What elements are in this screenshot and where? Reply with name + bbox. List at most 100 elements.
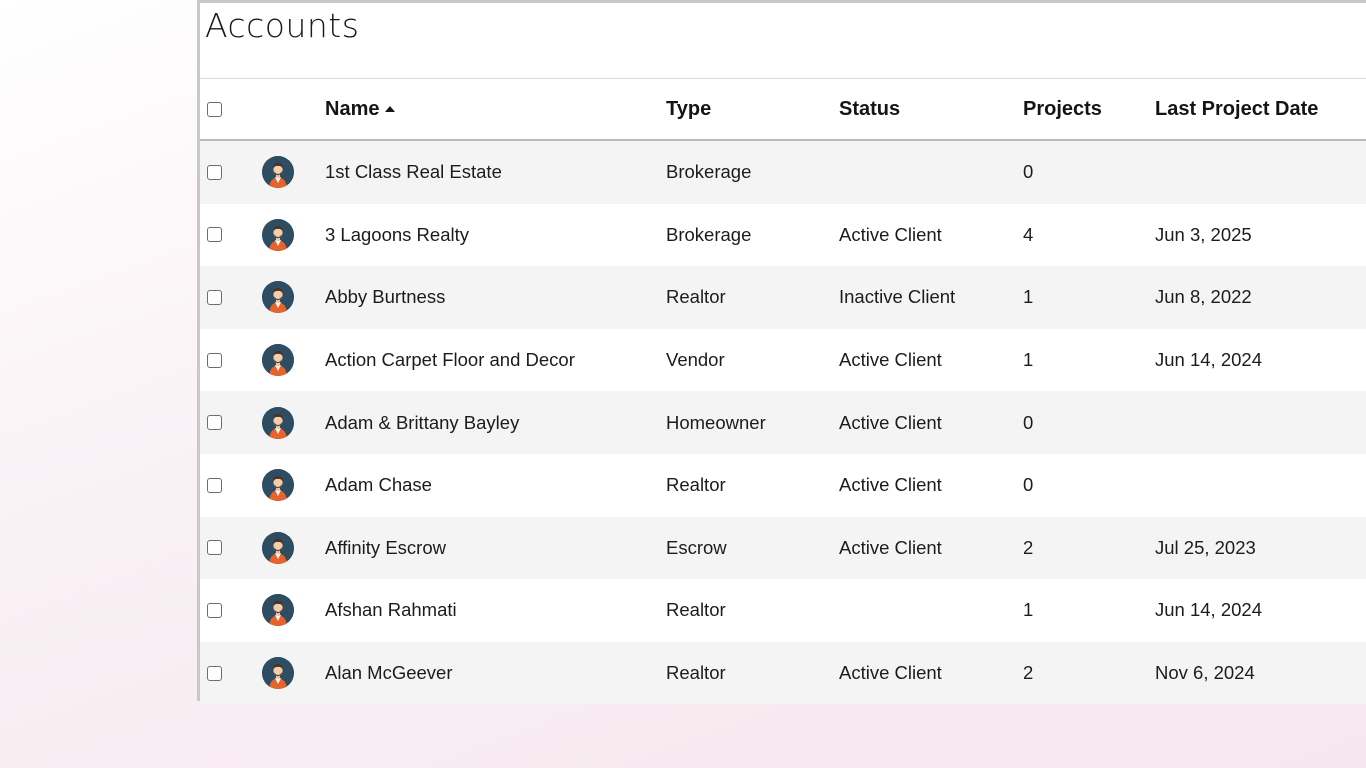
avatar-cell [262, 204, 294, 267]
column-header-type[interactable]: Type [666, 79, 711, 139]
person-avatar-icon [262, 156, 294, 189]
table-row[interactable]: Afshan Rahmati Realtor 1 Jun 14, 2024 [200, 579, 1366, 642]
table-row[interactable]: 3 Lagoons Realty Brokerage Active Client… [200, 204, 1366, 267]
account-name[interactable]: Afshan Rahmati [325, 579, 457, 642]
account-name[interactable]: Adam & Brittany Bayley [325, 391, 519, 454]
account-status: Active Client [839, 474, 942, 496]
account-type: Brokerage [666, 161, 752, 183]
account-status: Active Client [839, 662, 942, 684]
account-last-project-date: Jun 3, 2025 [1155, 223, 1252, 245]
column-header-name[interactable]: Name [325, 79, 396, 139]
column-header-status-label: Status [839, 97, 901, 120]
avatar-cell [262, 329, 294, 392]
person-avatar-icon [262, 531, 294, 564]
account-type: Realtor [666, 474, 726, 496]
account-type: Realtor [666, 286, 726, 308]
avatar-cell [262, 579, 294, 642]
row-select-cell [207, 454, 222, 517]
account-name[interactable]: 1st Class Real Estate [325, 141, 502, 204]
row-select-cell [207, 642, 222, 705]
account-name[interactable]: Affinity Escrow [325, 517, 446, 580]
account-projects-count: 0 [1023, 411, 1034, 433]
row-checkbox[interactable] [207, 352, 222, 368]
row-checkbox[interactable] [207, 540, 222, 556]
account-name[interactable]: 3 Lagoons Realty [325, 204, 469, 267]
row-checkbox[interactable] [207, 415, 222, 431]
accounts-panel: Accounts Name Type Status Projects Last … [197, 0, 1366, 705]
account-name[interactable]: Action Carpet Floor and Decor [325, 329, 575, 392]
column-header-type-label: Type [666, 97, 712, 120]
select-all-checkbox[interactable] [207, 101, 222, 117]
person-avatar-icon [262, 344, 294, 377]
account-name[interactable]: Alan McGeever [325, 642, 453, 705]
table-row[interactable]: Affinity Escrow Escrow Active Client 2 J… [200, 516, 1366, 580]
table-row[interactable]: 1st Class Real Estate Brokerage 0 [200, 141, 1366, 204]
person-avatar-icon [262, 657, 294, 690]
account-last-project-date: Jul 25, 2023 [1155, 536, 1256, 558]
account-last-project-date: Jun 14, 2024 [1155, 349, 1262, 371]
person-avatar-icon [262, 406, 294, 439]
avatar-cell [262, 266, 294, 329]
row-checkbox[interactable] [207, 602, 222, 618]
account-name[interactable]: Abby Burtness [325, 266, 445, 329]
table-row[interactable]: Adam Chase Realtor Active Client 0 [200, 454, 1366, 517]
column-header-last-project-date[interactable]: Last Project Date [1155, 79, 1318, 139]
account-type: Homeowner [666, 411, 766, 433]
account-type: Escrow [666, 536, 727, 558]
account-projects-count: 1 [1023, 599, 1034, 621]
table-row[interactable]: Action Carpet Floor and Decor Vendor Act… [200, 329, 1366, 392]
person-avatar-icon [262, 281, 294, 314]
account-projects-count: 4 [1023, 223, 1034, 245]
avatar-cell [262, 454, 294, 517]
person-avatar-icon [262, 218, 294, 251]
account-status: Active Client [839, 536, 942, 558]
row-checkbox[interactable] [207, 164, 222, 180]
account-projects-count: 0 [1023, 161, 1034, 183]
table-row[interactable]: Abby Burtness Realtor Inactive Client 1 … [200, 266, 1366, 329]
row-select-cell [207, 266, 222, 329]
account-type: Vendor [666, 349, 725, 371]
row-select-cell [207, 141, 222, 204]
avatar-cell [262, 642, 294, 705]
column-header-name-label: Name [325, 97, 380, 120]
avatar-cell [262, 141, 294, 204]
account-type: Realtor [666, 599, 726, 621]
row-select-cell [207, 517, 222, 580]
table-header: Name Type Status Projects Last Project D… [200, 79, 1366, 141]
account-name[interactable]: Adam Chase [325, 454, 432, 517]
table-row[interactable]: Alan McGeever Realtor Active Client 2 No… [200, 641, 1366, 705]
row-checkbox[interactable] [207, 477, 222, 493]
row-select-cell [207, 204, 222, 267]
row-checkbox[interactable] [207, 289, 222, 305]
account-projects-count: 2 [1023, 536, 1034, 558]
avatar-cell [262, 391, 294, 454]
column-header-projects[interactable]: Projects [1023, 79, 1102, 139]
column-header-last-project-date-label: Last Project Date [1155, 97, 1319, 120]
page-title: Accounts [200, 3, 1366, 79]
row-checkbox[interactable] [207, 665, 222, 681]
account-last-project-date: Jun 14, 2024 [1155, 599, 1262, 621]
account-status: Inactive Client [839, 286, 956, 308]
account-status: Active Client [839, 411, 942, 433]
select-all-cell [207, 79, 222, 139]
person-avatar-icon [262, 469, 294, 502]
row-checkbox[interactable] [207, 227, 222, 243]
account-type: Realtor [666, 662, 726, 684]
account-status: Active Client [839, 223, 942, 245]
account-last-project-date: Nov 6, 2024 [1155, 662, 1255, 684]
column-header-projects-label: Projects [1023, 97, 1102, 120]
avatar-cell [262, 517, 294, 580]
row-select-cell [207, 329, 222, 392]
table-row[interactable]: Adam & Brittany Bayley Homeowner Active … [200, 391, 1366, 454]
person-avatar-icon [262, 594, 294, 627]
column-header-status[interactable]: Status [839, 79, 900, 139]
account-projects-count: 0 [1023, 474, 1034, 496]
row-select-cell [207, 391, 222, 454]
account-status: Active Client [839, 349, 942, 371]
account-type: Brokerage [666, 223, 752, 245]
account-projects-count: 1 [1023, 286, 1034, 308]
account-projects-count: 1 [1023, 349, 1034, 371]
account-last-project-date: Jun 8, 2022 [1155, 286, 1252, 308]
account-projects-count: 2 [1023, 662, 1034, 684]
row-select-cell [207, 579, 222, 642]
